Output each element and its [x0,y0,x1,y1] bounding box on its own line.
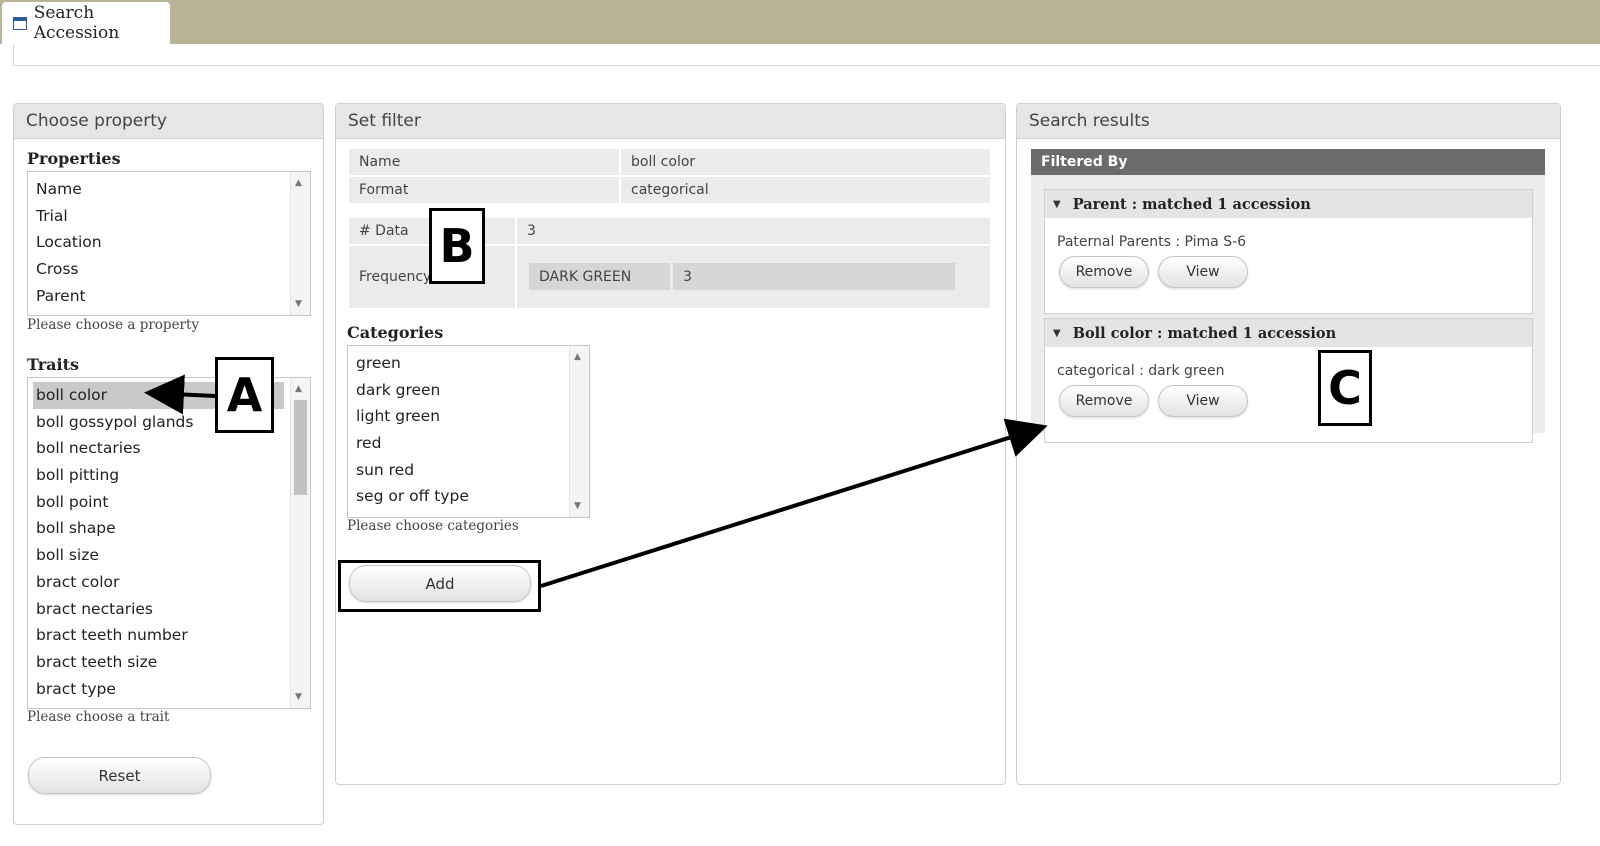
arrow-a [144,374,216,415]
arrow-add-to-c [540,418,1048,588]
annotation-arrows [144,374,1048,588]
